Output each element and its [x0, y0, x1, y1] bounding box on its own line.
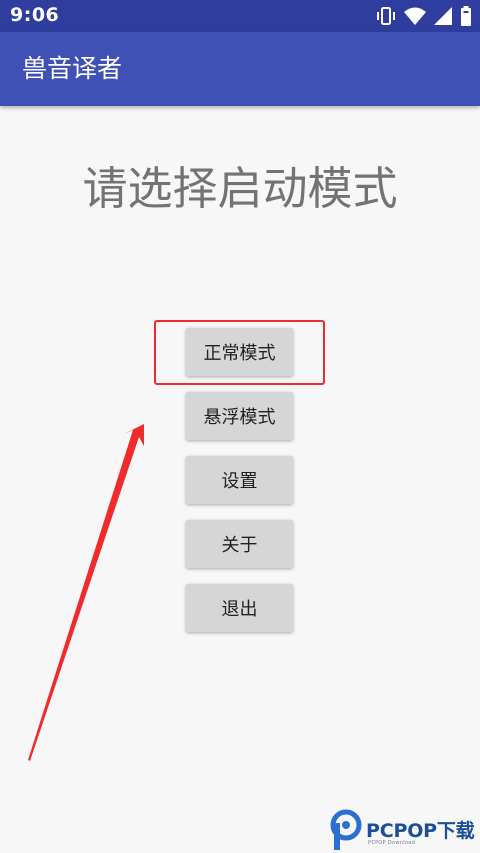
watermark: PCPOP下载 PCPOP Download: [330, 806, 480, 853]
watermark-text: PCPOP下载: [366, 820, 475, 842]
watermark-logo-icon: [330, 809, 362, 850]
annotation-arrow: [28, 424, 144, 761]
watermark-subtext: PCPOP Download: [368, 840, 416, 846]
